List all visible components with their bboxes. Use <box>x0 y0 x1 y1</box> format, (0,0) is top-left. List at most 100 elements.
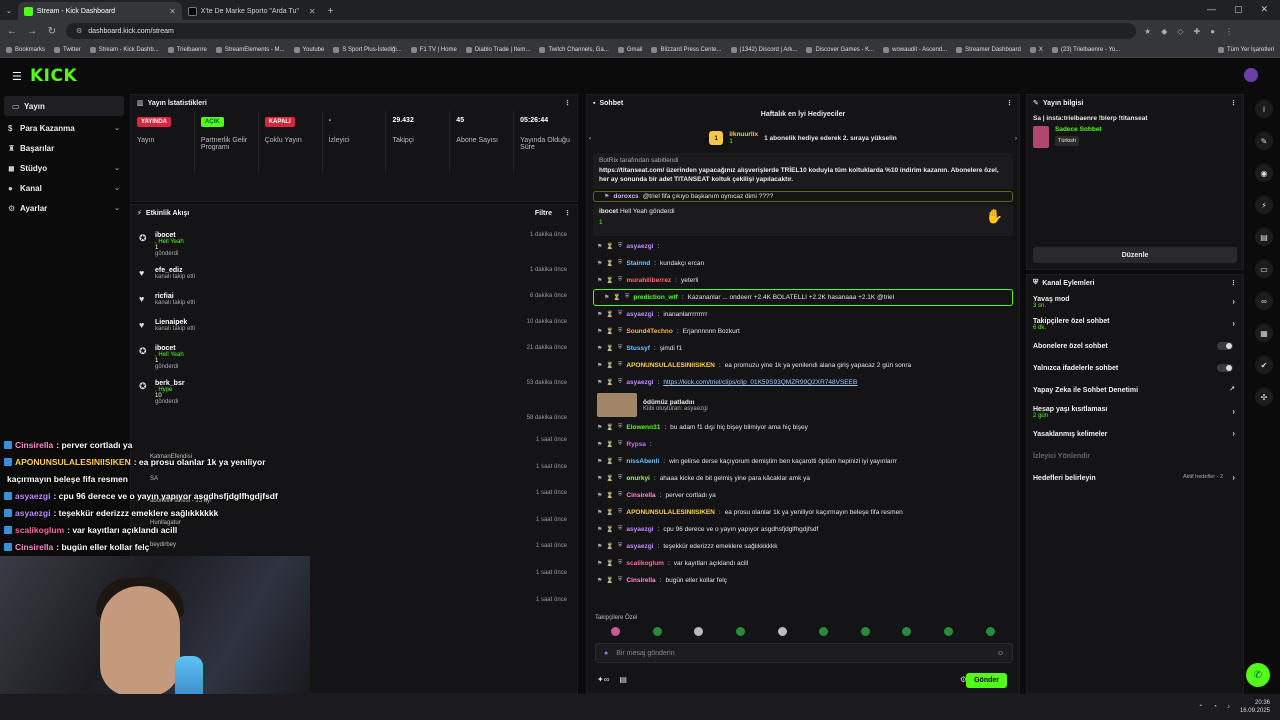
chat-message[interactable]: ⚑ ⏳ ⛨ Elowenn31: bu adam f1 dışı hiç bişey b… <box>587 419 1019 436</box>
activity-user[interactable]: efe_ediz <box>155 267 569 274</box>
mod-action-icon[interactable]: ⛨ <box>618 458 623 465</box>
bolt-icon[interactable]: ⚡ <box>1255 196 1273 214</box>
gift-user[interactable]: ibocet <box>599 208 618 215</box>
chat-username[interactable]: APONUNSULALESINIISIKEN <box>626 362 714 369</box>
more-options-icon[interactable]: ⋮ <box>564 99 571 107</box>
chat-message[interactable]: ⚑ ⏳ ⛨ asyaezgi: teşekkür ederizzz emeklere s… <box>587 538 1019 555</box>
activity-item[interactable]: ✪ ibocet, Hell Yeah 1 gönderdi 21 dakika önc… <box>131 342 577 373</box>
mod-action-icon[interactable]: ⏳ <box>613 294 620 301</box>
sidebar-item-2[interactable]: ♜ Başarılar <box>0 138 128 158</box>
link-icon[interactable]: ∞ <box>1255 292 1273 310</box>
channel-action-5[interactable]: Hesap yaşı kısıtlaması 2 gün › <box>1027 401 1243 423</box>
gift-icon[interactable]: ✦∞ <box>597 675 609 684</box>
chat-message[interactable]: ⚑ ⏳ ⛨ Stussyf: şimdi f1 <box>587 340 1019 357</box>
bookmark-item[interactable]: Discover Games - K... <box>806 46 874 53</box>
sidebar-item-5[interactable]: ⚙ Ayarlar ⌄ <box>0 198 128 218</box>
bookmark-item[interactable]: Twitter <box>54 46 81 53</box>
emote-icon[interactable] <box>652 627 662 636</box>
mod-action-icon[interactable]: ⛨ <box>618 277 623 284</box>
sidebar-item-4[interactable]: ● Kanal ⌄ <box>0 178 128 198</box>
chevron-right-icon[interactable]: › <box>1232 297 1235 306</box>
tab-menu[interactable]: ⌄ <box>0 2 18 20</box>
bookmark-item[interactable]: Streamer Dashboard <box>956 46 1021 53</box>
store-icon[interactable]: ▤ <box>619 675 627 684</box>
browser-tab-kick[interactable]: Stream - Kick Dashboard ✕ <box>17 2 182 20</box>
mod-action-icon[interactable]: ⏳ <box>606 379 613 386</box>
mod-action-icon[interactable]: ⛨ <box>618 526 623 533</box>
apps-icon[interactable]: ✣ <box>1255 388 1273 406</box>
chevron-right-icon[interactable]: › <box>1232 407 1235 416</box>
chat-username[interactable]: asyaezgi <box>626 379 653 386</box>
extension-icon[interactable]: ◆ <box>1161 27 1167 36</box>
bookmark-item[interactable]: Bookmarks <box>6 46 45 53</box>
camera-icon[interactable]: ◉ <box>1255 164 1273 182</box>
mod-action-icon[interactable]: ⏳ <box>606 311 613 318</box>
back-icon[interactable]: ← <box>6 26 18 37</box>
extension-icon[interactable]: ◇ <box>1177 27 1183 36</box>
mod-action-icon[interactable]: ⏳ <box>606 577 613 584</box>
chat-message[interactable]: ⚑ ⏳ ⛨ Cinsirella: bugün eller kollar felç <box>587 572 1019 589</box>
chat-username[interactable]: Cinsirella <box>626 492 655 499</box>
chat-message[interactable]: ⚑ ⏳ ⛨ nissAbenli: win gelirse derse kaçıyoru… <box>587 453 1019 470</box>
chat-username[interactable]: doroxcs <box>613 193 638 200</box>
mod-action-icon[interactable]: ⚑ <box>597 328 602 335</box>
clock[interactable]: 20:36 16.09.2025 <box>1240 699 1270 715</box>
mod-action-icon[interactable]: ⏳ <box>606 260 613 267</box>
user-avatar[interactable] <box>1244 68 1258 82</box>
chat-message[interactable]: ⚑ ⏳ ⛨ murahiliberrez: yeterli <box>587 272 1019 289</box>
forward-icon[interactable]: → <box>26 26 38 37</box>
sidebar-item-3[interactable]: ◼ Stüdyo ⌄ <box>0 158 128 178</box>
clip-card[interactable]: ödümüz patladııı Klibi oluşturan: asyaezg… <box>587 391 1019 419</box>
mod-action-icon[interactable]: ⚑ <box>597 424 602 431</box>
more-options-icon[interactable]: ⋮ <box>564 209 571 217</box>
emote-icon[interactable] <box>736 627 746 636</box>
layers-icon[interactable]: ▦ <box>1255 324 1273 342</box>
chat-message[interactable]: ⚑ ⏳ ⛨ scalikoglum: var kayıtları açıklandı a… <box>587 555 1019 572</box>
chat-username[interactable]: asyaezgi <box>626 526 653 533</box>
chat-bubble-icon[interactable]: ▭ <box>1255 260 1273 278</box>
emoji-icon[interactable]: ☺ <box>997 650 1004 657</box>
mod-action-icon[interactable]: ⏳ <box>606 424 613 431</box>
support-chat-button[interactable]: ✆ <box>1246 663 1270 687</box>
kick-logo[interactable]: KICK <box>30 66 77 86</box>
chat-message[interactable]: ⚑ ⏳ ⛨ APONUNSULALESINIISIKEN: ea promuzu yin… <box>587 357 1019 374</box>
mod-action-icon[interactable]: ⚑ <box>597 526 602 533</box>
profile-icon[interactable]: ● <box>1210 27 1215 36</box>
puzzle-icon[interactable]: ✚ <box>1193 27 1200 36</box>
chat-username[interactable]: asyaezgi <box>626 243 653 250</box>
emote-icon[interactable] <box>944 627 954 636</box>
send-button[interactable]: Gönder <box>966 673 1007 688</box>
chat-message-doroxcs[interactable]: ⚑ doroxcs @triel fifa çıkıyo başkanım oy… <box>593 191 1013 202</box>
emote-icon[interactable] <box>819 627 829 636</box>
bookmark-item[interactable]: wowaudit - Ascend... <box>883 46 947 53</box>
mod-action-icon[interactable]: ⚑ <box>597 492 602 499</box>
network-icon[interactable]: ◔ <box>1213 704 1217 710</box>
sidebar-item-0[interactable]: ▭ Yayın <box>4 96 124 116</box>
mod-action-icon[interactable]: ⚑ <box>597 475 602 482</box>
activity-item[interactable]: 58 dakika önce <box>131 412 577 434</box>
more-options-icon[interactable]: ⋮ <box>1006 99 1013 107</box>
chat-message[interactable]: ⚑ ⏳ ⛨ Stainnd: kundakçı ercan <box>587 255 1019 272</box>
chat-message[interactable]: ⚑ ⏳ ⛨ asyaezgi: cpu 96 derece ve o yayın yap… <box>587 521 1019 538</box>
chat-message[interactable]: ⚑ ⏳ ⛨ prediction_wtf: Kazananlar ... ondeerr… <box>593 289 1013 306</box>
chat-username[interactable]: asyaezgi <box>626 311 653 318</box>
chevron-right-icon[interactable]: › <box>1232 473 1235 482</box>
close-window-icon[interactable]: ✕ <box>1260 4 1268 15</box>
chat-message[interactable]: ⚑ ⏳ ⛨ Rypsa: <box>587 436 1019 453</box>
activity-item[interactable]: ♥ efe_ediz kanalı takip etti 1 dakika önce <box>131 264 577 286</box>
browser-tab-x[interactable]: X'te De Marke Sporto "Arda Tu" ✕ <box>182 2 322 20</box>
activity-user[interactable]: Lienaipek <box>155 319 569 326</box>
mod-action-icon[interactable]: ⛨ <box>618 492 623 499</box>
mod-action-icon[interactable]: ⏳ <box>606 328 613 335</box>
activity-item[interactable]: ✪ ibocet, Hell Yeah 1 gönderdi 1 dakika önce <box>131 229 577 260</box>
emote-icon[interactable] <box>611 627 621 636</box>
tray-icon[interactable]: ⌃ <box>1198 704 1203 711</box>
chat-message[interactable]: ⚑ ⏳ ⛨ APONUNSULALESINIISIKEN: ea prosu olanl… <box>587 504 1019 521</box>
chat-username[interactable]: Cinsirella <box>626 577 655 584</box>
mod-action-icon[interactable]: ⛨ <box>618 328 623 335</box>
chat-username[interactable]: murahiliberrez <box>626 277 671 284</box>
bookmark-item[interactable]: S Sport Plus-İstediği... <box>333 46 402 53</box>
chat-message[interactable]: ⚑ ⏳ ⛨ Sound4Techno: Erjannnnnn Bozkurt <box>587 323 1019 340</box>
chat-message[interactable]: ⚑ ⏳ ⛨ Cinsirella: perver cortladı ya <box>587 487 1019 504</box>
mod-action-icon[interactable]: ⛨ <box>618 509 623 516</box>
